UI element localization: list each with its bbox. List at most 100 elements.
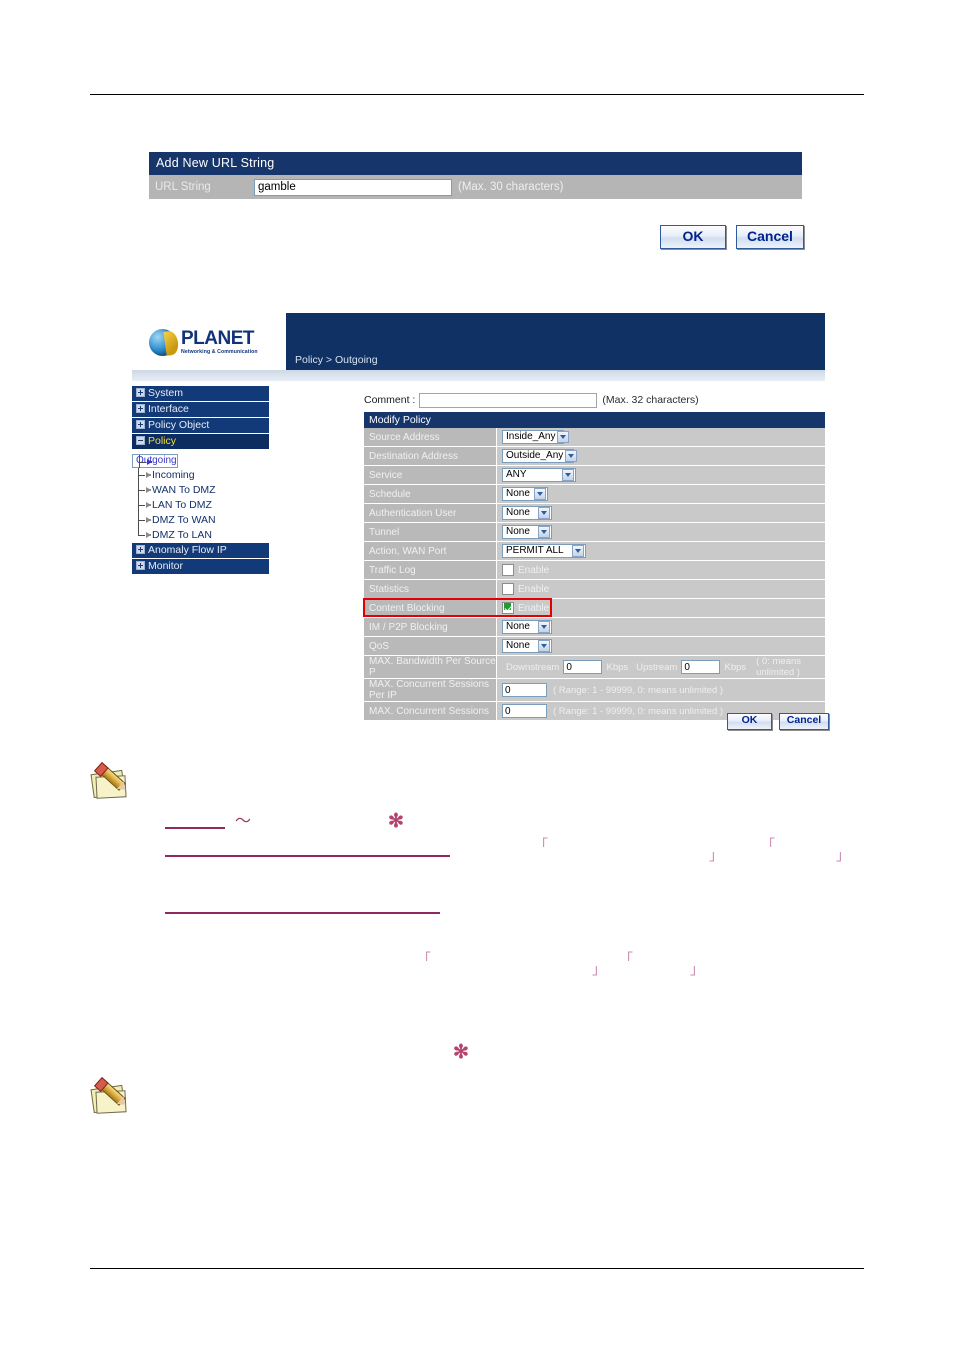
arrow-right-icon [146, 532, 151, 538]
chevron-down-icon[interactable] [538, 621, 550, 633]
url-string-input[interactable]: gamble [254, 178, 452, 196]
select-authentication-user[interactable]: None [502, 506, 552, 520]
sidebar-item-outgoing[interactable]: Outgoing [132, 453, 178, 470]
row-control: None [497, 637, 825, 655]
device-web-ui: Policy > Outgoing PLANET Networking & Co… [132, 313, 829, 753]
upstream-input[interactable]: 0 [681, 660, 721, 674]
row-control: Downstream 0 Kbps Upstream 0 Kbps( 0: means u… [497, 656, 825, 678]
sidebar-item-policy[interactable]: Policy [132, 434, 269, 450]
chevron-down-icon[interactable] [562, 469, 574, 481]
select-im-p2p-blocking[interactable]: None [502, 620, 552, 634]
policy-ok-button[interactable]: OK [727, 713, 772, 730]
select-service[interactable]: ANY [502, 468, 576, 482]
checkbox-traffic-log[interactable] [502, 564, 514, 576]
downstream-input[interactable]: 0 [563, 660, 603, 674]
header-gradient-strip [132, 370, 825, 381]
input-max-concurrent-sessions[interactable]: 0 [502, 704, 547, 718]
range-hint: ( Range: 1 - 99999, 0: means unlimited ) [553, 705, 724, 717]
checkbox-statistics[interactable] [502, 583, 514, 595]
select-action-wan-port[interactable]: PERMIT ALL [502, 544, 586, 558]
sidebar-item-dmz-to-wan[interactable]: DMZ To WAN [132, 513, 269, 528]
form-row-schedule: Schedule None [364, 485, 825, 504]
sidebar-item-label: LAN To DMZ [152, 499, 212, 511]
expand-plus-icon[interactable] [136, 545, 145, 554]
select-value: None [506, 640, 530, 651]
chevron-down-icon[interactable] [538, 640, 550, 652]
row-label: Source Address [364, 428, 497, 446]
page-rule-bottom [90, 1268, 864, 1269]
comment-input[interactable] [419, 392, 598, 408]
sidebar-item-label: DMZ To LAN [152, 529, 212, 541]
form-row-max-concurrent-sessions-per-ip: MAX. Concurrent Sessions Per IP 0 ( Range:… [364, 679, 825, 702]
chevron-down-icon[interactable] [572, 545, 584, 557]
checkbox-label: Enable [518, 583, 550, 595]
expand-plus-icon[interactable] [136, 561, 145, 570]
select-value: Inside_Any [506, 431, 556, 442]
input-max-concurrent-sessions-per-ip[interactable]: 0 [502, 683, 547, 697]
sidebar-item-lan-to-dmz[interactable]: LAN To DMZ [132, 498, 269, 513]
url-cancel-button[interactable]: Cancel [736, 225, 804, 249]
select-value: None [506, 621, 530, 632]
expand-plus-icon[interactable] [136, 404, 145, 413]
comment-row: Comment : (Max. 32 characters) [364, 391, 825, 409]
select-value: None [506, 488, 530, 499]
sidebar-item-system[interactable]: System [132, 386, 269, 402]
form-row-service: Service ANY [364, 466, 825, 485]
expand-plus-icon[interactable] [136, 388, 145, 397]
downstream-unit: Kbps [606, 661, 629, 673]
note-pencil-icon-1 [90, 760, 134, 800]
row-control: Enable [497, 561, 825, 579]
sidebar-item-label: Policy Object [148, 419, 210, 431]
select-value: Outside_Any [506, 450, 564, 461]
select-source-address[interactable]: Inside_Any [502, 430, 570, 444]
page-rule-top [90, 94, 864, 95]
note-bracket-open-3: 「 [417, 951, 431, 967]
form-row-im-p2p-blocking: IM / P2P Blocking None [364, 618, 825, 637]
note-bracket-open-2: 「 [761, 837, 775, 853]
select-schedule[interactable]: None [502, 487, 548, 501]
sidebar-item-dmz-to-lan[interactable]: DMZ To LAN [132, 528, 269, 543]
chevron-down-icon[interactable] [538, 507, 550, 519]
row-control: None [497, 523, 825, 541]
row-control: PERMIT ALL [497, 542, 825, 560]
note-pencil-icon-2 [90, 1075, 134, 1115]
select-value: None [506, 526, 530, 537]
select-tunnel[interactable]: None [502, 525, 552, 539]
row-label: Action, WAN Port [364, 542, 497, 560]
sidebar-item-anomaly-flow-ip[interactable]: Anomaly Flow IP [132, 543, 269, 559]
sidebar-item-policy-object[interactable]: Policy Object [132, 418, 269, 434]
comment-label: Comment : [364, 394, 416, 406]
policy-form-rows: Source Address Inside_Any Destination Addr… [363, 428, 825, 721]
select-value: None [506, 507, 530, 518]
expand-plus-icon[interactable] [136, 420, 145, 429]
range-hint: ( Range: 1 - 99999, 0: means unlimited ) [553, 684, 724, 696]
form-row-destination-address: Destination Address Outside_Any [364, 447, 825, 466]
chevron-down-icon[interactable] [538, 526, 550, 538]
sidebar-item-label: Policy [148, 435, 177, 447]
sidebar-item-label: WAN To DMZ [152, 484, 216, 496]
arrow-right-icon [146, 502, 151, 508]
logo-tagline: Networking & Communication [181, 348, 258, 355]
policy-cancel-button[interactable]: Cancel [779, 713, 829, 730]
device-header: Policy > Outgoing PLANET Networking & Co… [132, 313, 825, 370]
select-destination-address[interactable]: Outside_Any [502, 449, 578, 463]
row-control: None [497, 618, 825, 636]
planet-logo: PLANET Networking & Communication [149, 320, 281, 364]
row-label: Tunnel [364, 523, 497, 541]
chevron-down-icon[interactable] [565, 450, 578, 462]
sidebar-item-label: Incoming [152, 469, 195, 481]
sidebar-item-interface[interactable]: Interface [132, 402, 269, 418]
collapse-minus-icon[interactable] [136, 436, 145, 445]
checkbox-content-blocking[interactable] [502, 602, 514, 614]
policy-form: Comment : (Max. 32 characters) Modify Po… [363, 391, 825, 721]
chevron-down-icon[interactable] [534, 488, 546, 500]
url-ok-button[interactable]: OK [660, 225, 726, 249]
select-qos[interactable]: None [502, 639, 552, 653]
chevron-down-icon[interactable] [557, 431, 570, 443]
select-value: PERMIT ALL [506, 545, 564, 556]
row-control: None [497, 485, 825, 503]
sidebar-item-wan-to-dmz[interactable]: WAN To DMZ [132, 483, 269, 498]
row-label: IM / P2P Blocking [364, 618, 497, 636]
sidebar-item-monitor[interactable]: Monitor [132, 559, 269, 575]
sidebar-item-incoming[interactable]: Incoming [132, 468, 269, 483]
